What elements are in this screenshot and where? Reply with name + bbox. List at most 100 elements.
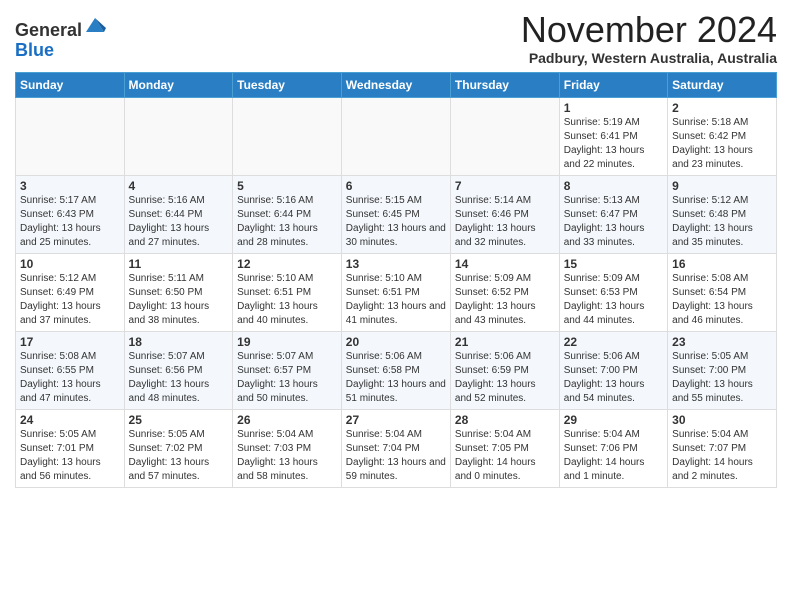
day-number: 3 [20, 179, 120, 193]
day-info: Sunrise: 5:14 AM Sunset: 6:46 PM Dayligh… [455, 194, 555, 250]
calendar-header-row: SundayMondayTuesdayWednesdayThursdayFrid… [16, 72, 777, 97]
calendar-cell: 12Sunrise: 5:10 AM Sunset: 6:51 PM Dayli… [233, 253, 342, 331]
logo: General Blue [15, 14, 106, 61]
day-info: Sunrise: 5:07 AM Sunset: 6:56 PM Dayligh… [129, 350, 229, 406]
day-info: Sunrise: 5:16 AM Sunset: 6:44 PM Dayligh… [129, 194, 229, 250]
day-number: 20 [346, 335, 446, 349]
calendar-cell [16, 97, 125, 175]
day-number: 7 [455, 179, 555, 193]
day-info: Sunrise: 5:04 AM Sunset: 7:06 PM Dayligh… [564, 428, 663, 484]
logo-icon [84, 14, 106, 36]
calendar-cell: 23Sunrise: 5:05 AM Sunset: 7:00 PM Dayli… [668, 331, 777, 409]
day-info: Sunrise: 5:06 AM Sunset: 6:58 PM Dayligh… [346, 350, 446, 406]
day-number: 30 [672, 413, 772, 427]
day-info: Sunrise: 5:07 AM Sunset: 6:57 PM Dayligh… [237, 350, 337, 406]
calendar-cell: 16Sunrise: 5:08 AM Sunset: 6:54 PM Dayli… [668, 253, 777, 331]
calendar-cell: 5Sunrise: 5:16 AM Sunset: 6:44 PM Daylig… [233, 175, 342, 253]
day-number: 10 [20, 257, 120, 271]
title-block: November 2024 Padbury, Western Australia… [521, 10, 777, 66]
day-number: 13 [346, 257, 446, 271]
day-number: 29 [564, 413, 663, 427]
day-info: Sunrise: 5:09 AM Sunset: 6:52 PM Dayligh… [455, 272, 555, 328]
calendar-cell: 14Sunrise: 5:09 AM Sunset: 6:52 PM Dayli… [450, 253, 559, 331]
day-info: Sunrise: 5:08 AM Sunset: 6:54 PM Dayligh… [672, 272, 772, 328]
calendar-cell [233, 97, 342, 175]
day-info: Sunrise: 5:05 AM Sunset: 7:00 PM Dayligh… [672, 350, 772, 406]
day-number: 8 [564, 179, 663, 193]
day-number: 2 [672, 101, 772, 115]
day-info: Sunrise: 5:04 AM Sunset: 7:05 PM Dayligh… [455, 428, 555, 484]
weekday-header-saturday: Saturday [668, 72, 777, 97]
day-info: Sunrise: 5:15 AM Sunset: 6:45 PM Dayligh… [346, 194, 446, 250]
calendar-cell: 25Sunrise: 5:05 AM Sunset: 7:02 PM Dayli… [124, 409, 233, 487]
day-number: 16 [672, 257, 772, 271]
day-number: 12 [237, 257, 337, 271]
day-number: 9 [672, 179, 772, 193]
day-number: 17 [20, 335, 120, 349]
calendar-cell [124, 97, 233, 175]
location-subtitle: Padbury, Western Australia, Australia [521, 50, 777, 66]
day-info: Sunrise: 5:12 AM Sunset: 6:49 PM Dayligh… [20, 272, 120, 328]
day-number: 11 [129, 257, 229, 271]
day-number: 24 [20, 413, 120, 427]
calendar-cell: 17Sunrise: 5:08 AM Sunset: 6:55 PM Dayli… [16, 331, 125, 409]
weekday-header-tuesday: Tuesday [233, 72, 342, 97]
day-info: Sunrise: 5:09 AM Sunset: 6:53 PM Dayligh… [564, 272, 663, 328]
calendar-cell: 21Sunrise: 5:06 AM Sunset: 6:59 PM Dayli… [450, 331, 559, 409]
calendar-cell: 27Sunrise: 5:04 AM Sunset: 7:04 PM Dayli… [341, 409, 450, 487]
day-info: Sunrise: 5:11 AM Sunset: 6:50 PM Dayligh… [129, 272, 229, 328]
calendar-cell: 19Sunrise: 5:07 AM Sunset: 6:57 PM Dayli… [233, 331, 342, 409]
day-info: Sunrise: 5:04 AM Sunset: 7:07 PM Dayligh… [672, 428, 772, 484]
day-number: 25 [129, 413, 229, 427]
calendar-cell: 24Sunrise: 5:05 AM Sunset: 7:01 PM Dayli… [16, 409, 125, 487]
calendar-cell: 10Sunrise: 5:12 AM Sunset: 6:49 PM Dayli… [16, 253, 125, 331]
day-number: 26 [237, 413, 337, 427]
day-number: 4 [129, 179, 229, 193]
page-header: General Blue November 2024 Padbury, West… [15, 10, 777, 66]
calendar-cell: 13Sunrise: 5:10 AM Sunset: 6:51 PM Dayli… [341, 253, 450, 331]
calendar-week-row: 3Sunrise: 5:17 AM Sunset: 6:43 PM Daylig… [16, 175, 777, 253]
day-number: 6 [346, 179, 446, 193]
day-number: 23 [672, 335, 772, 349]
day-info: Sunrise: 5:04 AM Sunset: 7:04 PM Dayligh… [346, 428, 446, 484]
day-info: Sunrise: 5:10 AM Sunset: 6:51 PM Dayligh… [237, 272, 337, 328]
day-number: 27 [346, 413, 446, 427]
weekday-header-monday: Monday [124, 72, 233, 97]
day-number: 19 [237, 335, 337, 349]
weekday-header-friday: Friday [559, 72, 667, 97]
day-info: Sunrise: 5:06 AM Sunset: 6:59 PM Dayligh… [455, 350, 555, 406]
calendar-cell: 22Sunrise: 5:06 AM Sunset: 7:00 PM Dayli… [559, 331, 667, 409]
calendar-cell: 2Sunrise: 5:18 AM Sunset: 6:42 PM Daylig… [668, 97, 777, 175]
calendar-week-row: 24Sunrise: 5:05 AM Sunset: 7:01 PM Dayli… [16, 409, 777, 487]
day-info: Sunrise: 5:05 AM Sunset: 7:02 PM Dayligh… [129, 428, 229, 484]
calendar-cell: 6Sunrise: 5:15 AM Sunset: 6:45 PM Daylig… [341, 175, 450, 253]
day-info: Sunrise: 5:12 AM Sunset: 6:48 PM Dayligh… [672, 194, 772, 250]
day-number: 22 [564, 335, 663, 349]
weekday-header-sunday: Sunday [16, 72, 125, 97]
weekday-header-wednesday: Wednesday [341, 72, 450, 97]
month-title: November 2024 [521, 10, 777, 50]
day-info: Sunrise: 5:04 AM Sunset: 7:03 PM Dayligh… [237, 428, 337, 484]
day-info: Sunrise: 5:13 AM Sunset: 6:47 PM Dayligh… [564, 194, 663, 250]
calendar-cell: 15Sunrise: 5:09 AM Sunset: 6:53 PM Dayli… [559, 253, 667, 331]
day-number: 21 [455, 335, 555, 349]
calendar-cell: 30Sunrise: 5:04 AM Sunset: 7:07 PM Dayli… [668, 409, 777, 487]
calendar-week-row: 10Sunrise: 5:12 AM Sunset: 6:49 PM Dayli… [16, 253, 777, 331]
day-info: Sunrise: 5:17 AM Sunset: 6:43 PM Dayligh… [20, 194, 120, 250]
calendar-cell: 9Sunrise: 5:12 AM Sunset: 6:48 PM Daylig… [668, 175, 777, 253]
day-info: Sunrise: 5:16 AM Sunset: 6:44 PM Dayligh… [237, 194, 337, 250]
calendar-cell: 29Sunrise: 5:04 AM Sunset: 7:06 PM Dayli… [559, 409, 667, 487]
weekday-header-thursday: Thursday [450, 72, 559, 97]
day-info: Sunrise: 5:10 AM Sunset: 6:51 PM Dayligh… [346, 272, 446, 328]
calendar-cell: 18Sunrise: 5:07 AM Sunset: 6:56 PM Dayli… [124, 331, 233, 409]
day-info: Sunrise: 5:19 AM Sunset: 6:41 PM Dayligh… [564, 116, 663, 172]
calendar-cell [341, 97, 450, 175]
calendar-cell: 20Sunrise: 5:06 AM Sunset: 6:58 PM Dayli… [341, 331, 450, 409]
calendar-cell: 3Sunrise: 5:17 AM Sunset: 6:43 PM Daylig… [16, 175, 125, 253]
day-number: 5 [237, 179, 337, 193]
day-info: Sunrise: 5:06 AM Sunset: 7:00 PM Dayligh… [564, 350, 663, 406]
calendar-cell: 7Sunrise: 5:14 AM Sunset: 6:46 PM Daylig… [450, 175, 559, 253]
logo-general: General [15, 20, 82, 40]
calendar-cell: 26Sunrise: 5:04 AM Sunset: 7:03 PM Dayli… [233, 409, 342, 487]
calendar-cell: 28Sunrise: 5:04 AM Sunset: 7:05 PM Dayli… [450, 409, 559, 487]
